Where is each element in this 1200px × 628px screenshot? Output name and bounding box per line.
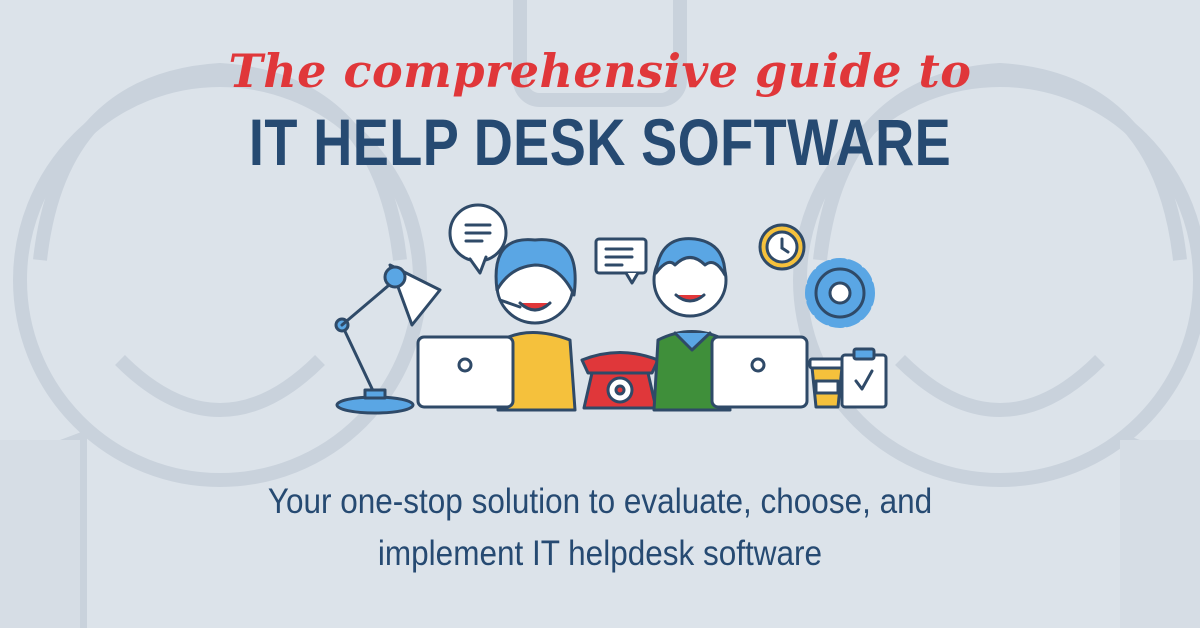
help-desk-illustration xyxy=(334,203,888,415)
tagline-line-2: implement IT helpdesk software xyxy=(377,534,823,573)
gear-icon xyxy=(805,258,875,328)
page-title: IT HELP DESK SOFTWARE xyxy=(248,105,952,179)
script-title: The comprehensive guide to xyxy=(228,44,972,98)
message-icon xyxy=(594,237,648,285)
tagline-line-1: Your one-stop solution to evaluate, choo… xyxy=(267,482,933,521)
laptop-icon xyxy=(416,335,515,409)
coffee-cup-icon xyxy=(808,357,846,409)
clock-icon xyxy=(758,223,806,271)
telephone-icon xyxy=(580,351,660,410)
tagline: Your one-stop solution to evaluate, choo… xyxy=(60,476,1140,580)
clipboard-check-icon xyxy=(840,347,888,409)
laptop-icon xyxy=(710,335,809,409)
